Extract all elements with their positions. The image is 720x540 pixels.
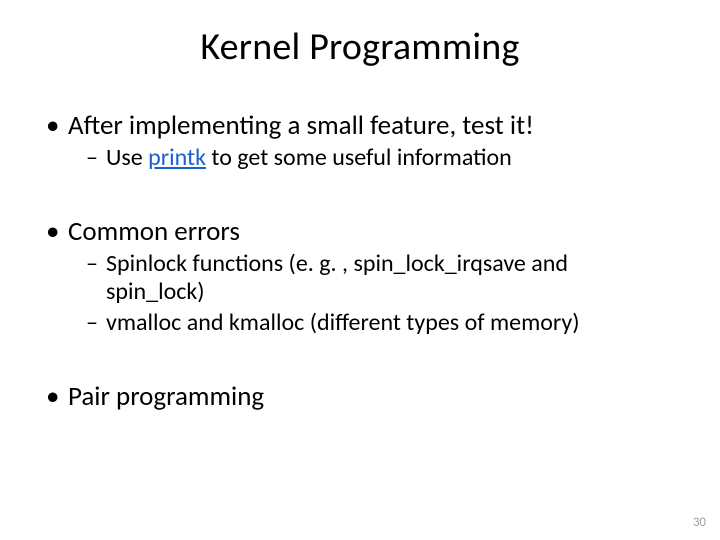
subbullet-prefix: Use — [106, 143, 148, 172]
bullet-pair-programming: •Pair programming — [46, 381, 674, 413]
printk-link[interactable]: printk — [148, 143, 206, 172]
slide-body: •After implementing a small feature, tes… — [0, 70, 720, 413]
bullet-text: Pair programming — [68, 380, 264, 413]
page-number: 30 — [693, 515, 706, 530]
spacer — [46, 339, 674, 365]
subbullet-line2: spin_lock) — [106, 278, 674, 306]
bullet-test-feature: •After implementing a small feature, tes… — [46, 110, 674, 142]
dash-icon: – — [86, 250, 106, 278]
subbullet-spinlock: –Spinlock functions (e. g. , spin_lock_i… — [86, 250, 674, 307]
bullet-dot-icon: • — [46, 381, 68, 413]
slide: Kernel Programming •After implementing a… — [0, 0, 720, 540]
subbullet-line1: Spinlock functions (e. g. , spin_lock_ir… — [106, 249, 568, 278]
slide-title: Kernel Programming — [0, 0, 720, 70]
dash-icon: – — [86, 144, 106, 172]
bullet-dot-icon: • — [46, 110, 68, 142]
bullet-common-errors: •Common errors — [46, 216, 674, 248]
spacer — [46, 174, 674, 200]
bullet-dot-icon: • — [46, 216, 68, 248]
subbullet-text: vmalloc and kmalloc (different types of … — [106, 308, 580, 337]
bullet-text: Common errors — [68, 215, 240, 248]
dash-icon: – — [86, 309, 106, 337]
subbullet-printk: –Use printk to get some useful informati… — [86, 144, 674, 172]
bullet-text: After implementing a small feature, test… — [68, 109, 534, 142]
subbullet-suffix: to get some useful information — [206, 143, 512, 172]
subbullet-vmalloc: –vmalloc and kmalloc (different types of… — [86, 309, 674, 337]
